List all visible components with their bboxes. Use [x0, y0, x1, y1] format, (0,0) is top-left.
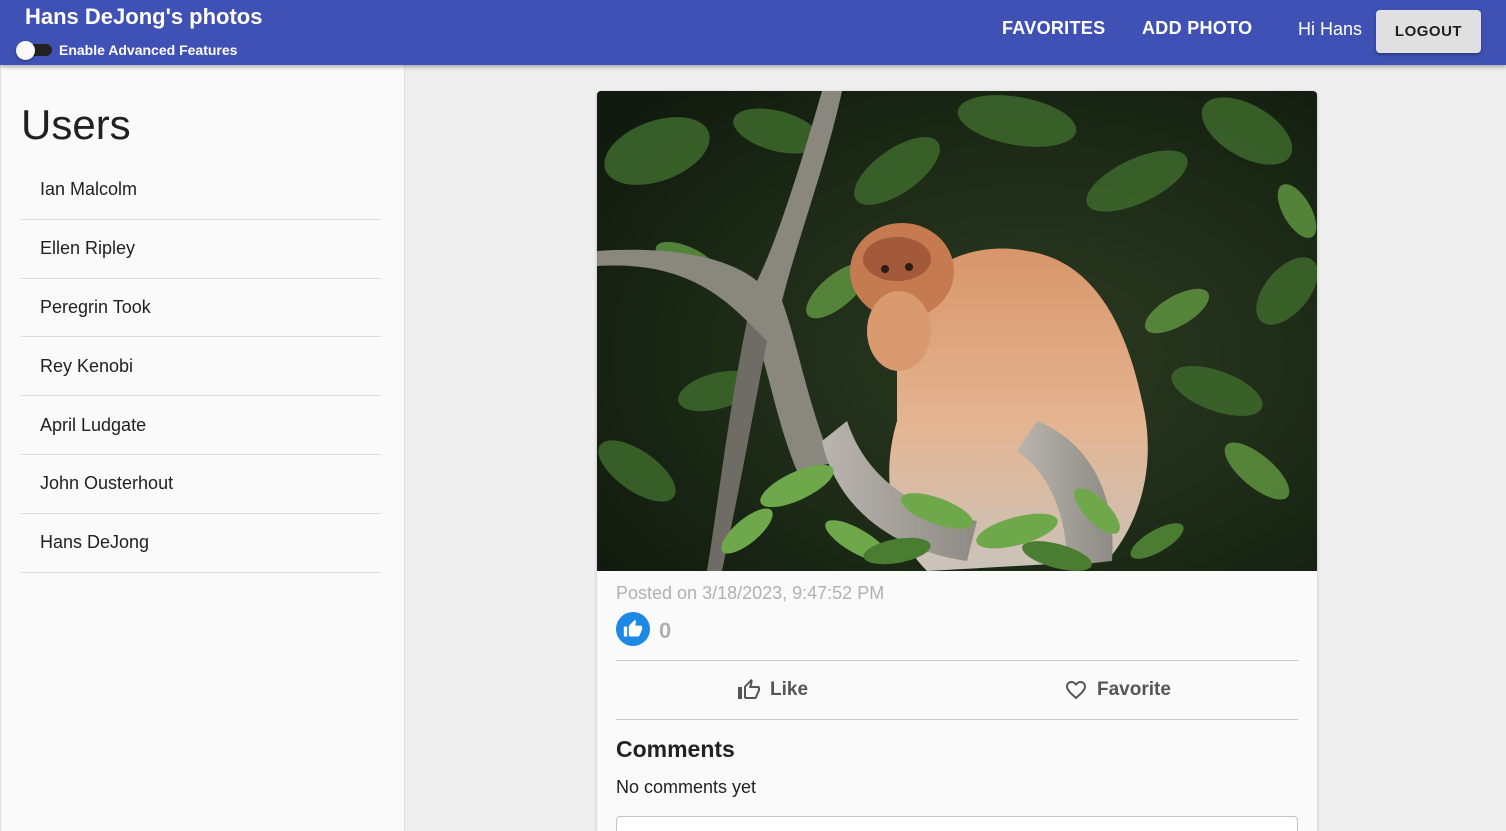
- advanced-features-switch[interactable]: [16, 41, 52, 60]
- comments-heading: Comments: [616, 736, 735, 762]
- user-list-item[interactable]: April Ludgate: [21, 396, 381, 455]
- photo-card: Posted on 3/18/2023, 9:47:52 PM 0 Like F…: [597, 91, 1317, 831]
- user-list-item[interactable]: Rey Kenobi: [21, 337, 381, 397]
- app-bar: Hans DeJong's photos Enable Advanced Fea…: [0, 0, 1506, 65]
- like-count-badge: [616, 612, 650, 646]
- user-list-item[interactable]: John Ousterhout: [21, 455, 381, 514]
- favorite-button[interactable]: Favorite: [1064, 678, 1171, 702]
- user-list-item[interactable]: Ian Malcolm: [21, 161, 381, 220]
- users-sidebar: Users Ian Malcolm Ellen Ripley Peregrin …: [0, 65, 405, 831]
- user-list-item[interactable]: Peregrin Took: [21, 279, 381, 338]
- user-list-item[interactable]: Ellen Ripley: [21, 220, 381, 279]
- no-comments-text: No comments yet: [616, 777, 757, 797]
- app-title: Hans DeJong's photos: [25, 4, 263, 29]
- heart-outline-icon: [1066, 681, 1086, 700]
- user-greeting: Hi Hans: [1298, 19, 1363, 39]
- like-button[interactable]: Like: [737, 678, 808, 702]
- advanced-features-toggle-row[interactable]: Enable Advanced Features: [16, 41, 238, 60]
- user-list-item[interactable]: Hans DeJong: [21, 514, 381, 573]
- users-heading: Users: [21, 101, 131, 148]
- favorite-button-label: Favorite: [1097, 679, 1171, 700]
- advanced-features-label: Enable Advanced Features: [59, 42, 238, 58]
- posted-date: Posted on 3/18/2023, 9:47:52 PM: [616, 583, 885, 603]
- divider: [616, 660, 1298, 661]
- logout-button[interactable]: LOGOUT: [1376, 10, 1481, 53]
- add-photo-button[interactable]: ADD PHOTO: [1142, 18, 1252, 39]
- like-count: 0: [659, 618, 672, 643]
- thumbs-up-outline-icon: [738, 679, 760, 699]
- divider: [616, 719, 1298, 720]
- like-button-label: Like: [770, 679, 809, 700]
- favorites-button[interactable]: FAVORITES: [1002, 18, 1105, 39]
- comment-input[interactable]: [616, 816, 1298, 831]
- thumbs-up-icon: [623, 619, 643, 637]
- monkey-photo[interactable]: [597, 91, 1317, 571]
- switch-thumb[interactable]: [16, 41, 35, 60]
- user-list: Ian Malcolm Ellen Ripley Peregrin Took R…: [21, 161, 381, 573]
